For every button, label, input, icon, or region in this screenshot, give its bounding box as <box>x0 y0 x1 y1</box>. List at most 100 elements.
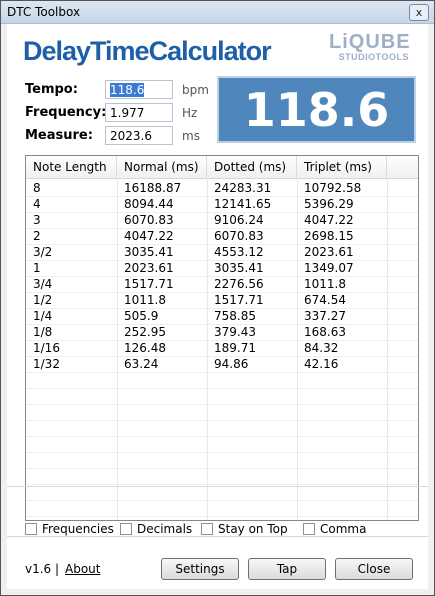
stay-on-top-checkbox[interactable]: Stay on Top <box>201 522 288 536</box>
table-row[interactable]: 1/32 63.24 94.86 42.16 <box>26 356 418 372</box>
table-cell: 3035.41 <box>214 261 264 275</box>
table-cell: 16188.87 <box>124 181 182 195</box>
table-row[interactable]: 3/4 1517.71 2276.56 1011.8 <box>26 276 418 292</box>
table-cell: 63.24 <box>124 357 159 371</box>
table-cell: 2 <box>33 229 41 243</box>
table-cell: 1/16 <box>33 341 60 355</box>
table-row[interactable]: 8 16188.87 24283.31 10792.58 <box>26 180 418 196</box>
grid-line <box>26 372 418 373</box>
table-cell: 189.71 <box>214 341 256 355</box>
frequency-value: 1.977 <box>110 106 145 120</box>
table-cell: 3/4 <box>33 277 53 291</box>
table-cell: 1011.8 <box>124 293 166 307</box>
table-cell: 3/2 <box>33 245 53 259</box>
title-bar[interactable]: DTC Toolbox x <box>1 1 434 24</box>
stay-on-top-label: Stay on Top <box>218 522 288 536</box>
grid-line <box>26 452 418 453</box>
tap-button[interactable]: Tap <box>248 558 326 580</box>
frequencies-checkbox[interactable]: Frequencies <box>25 522 114 536</box>
table-cell: 1/2 <box>33 293 53 307</box>
brand-name: LiQUBE <box>329 31 411 53</box>
table-cell: 12141.65 <box>214 197 272 211</box>
checkbox-box[interactable] <box>120 523 132 535</box>
tempo-label: Tempo: <box>25 82 78 97</box>
table-row[interactable]: 1/8 252.95 379.43 168.63 <box>26 324 418 340</box>
table-cell: 674.54 <box>304 293 346 307</box>
table-cell: 1011.8 <box>304 277 346 291</box>
table-cell: 3 <box>33 213 41 227</box>
table-cell: 1517.71 <box>214 293 264 307</box>
grid-line <box>26 484 418 485</box>
about-link[interactable]: About <box>65 562 100 576</box>
table-cell: 10792.58 <box>304 181 362 195</box>
close-window-icon[interactable]: x <box>409 4 429 21</box>
table-cell: 1349.07 <box>304 261 354 275</box>
table-row[interactable]: 2 4047.22 6070.83 2698.15 <box>26 228 418 244</box>
table-cell: 1/32 <box>33 357 60 371</box>
table-row[interactable]: 3 6070.83 9106.24 4047.22 <box>26 212 418 228</box>
version-label: v1.6 | <box>25 562 60 576</box>
brand-logo: LiQUBE STUDIOTOOLS <box>329 31 411 62</box>
table-cell: 2023.61 <box>124 261 174 275</box>
measure-value: 2023.6 <box>110 129 152 143</box>
table-row[interactable]: 1 2023.61 3035.41 1349.07 <box>26 260 418 276</box>
settings-button[interactable]: Settings <box>161 558 239 580</box>
measure-field[interactable]: 2023.6 <box>105 126 173 145</box>
column-header[interactable]: Triplet (ms) <box>297 156 387 178</box>
table-row[interactable]: 1/16 126.48 189.71 84.32 <box>26 340 418 356</box>
delay-table[interactable]: Note Length Normal (ms) Dotted (ms) Trip… <box>25 155 419 521</box>
table-cell: 5396.29 <box>304 197 354 211</box>
table-header: Note Length Normal (ms) Dotted (ms) Trip… <box>26 156 418 179</box>
table-cell: 3035.41 <box>124 245 174 259</box>
decimals-label: Decimals <box>137 522 193 536</box>
grid-line <box>26 500 418 501</box>
tempo-field[interactable]: 118.6 <box>105 80 173 99</box>
table-cell: 6070.83 <box>214 229 264 243</box>
table-row[interactable]: 3/2 3035.41 4553.12 2023.61 <box>26 244 418 260</box>
table-cell: 94.86 <box>214 357 249 371</box>
decimals-checkbox[interactable]: Decimals <box>120 522 192 536</box>
table-cell: 24283.31 <box>214 181 272 195</box>
table-row[interactable]: 1/4 505.9 758.85 337.27 <box>26 308 418 324</box>
table-cell: 1/4 <box>33 309 53 323</box>
checkbox-box[interactable] <box>25 523 37 535</box>
close-button[interactable]: Close <box>335 558 413 580</box>
frequency-field[interactable]: 1.977 <box>105 103 173 122</box>
table-cell: 8 <box>33 181 41 195</box>
measure-unit: ms <box>182 129 200 143</box>
table-cell: 4553.12 <box>214 245 264 259</box>
frequencies-label: Frequencies <box>42 522 114 536</box>
table-cell: 1517.71 <box>124 277 174 291</box>
table-row[interactable]: 1/2 1011.8 1517.71 674.54 <box>26 292 418 308</box>
grid-line <box>26 404 418 405</box>
table-cell: 84.32 <box>304 341 339 355</box>
grid-line <box>26 436 418 437</box>
table-cell: 4047.22 <box>304 213 354 227</box>
main-panel: DelayTimeCalculator LiQUBE STUDIOTOOLS T… <box>7 24 428 589</box>
table-cell: 42.16 <box>304 357 339 371</box>
checkbox-box[interactable] <box>201 523 213 535</box>
comma-checkbox[interactable]: Comma <box>303 522 366 536</box>
table-cell: 758.85 <box>214 309 256 323</box>
table-cell: 168.63 <box>304 325 346 339</box>
frequency-unit: Hz <box>182 106 198 120</box>
table-cell: 337.27 <box>304 309 346 323</box>
app-logo: DelayTimeCalculator <box>23 36 272 66</box>
table-cell: 8094.44 <box>124 197 174 211</box>
table-cell: 4047.22 <box>124 229 174 243</box>
table-cell: 2698.15 <box>304 229 354 243</box>
column-header[interactable]: Dotted (ms) <box>207 156 297 178</box>
tempo-unit: bpm <box>182 83 209 97</box>
table-cell: 2023.61 <box>304 245 354 259</box>
table-cell: 126.48 <box>124 341 166 355</box>
grid-line <box>26 516 418 517</box>
table-cell: 505.9 <box>124 309 159 323</box>
column-header[interactable]: Note Length <box>26 156 117 178</box>
divider <box>7 486 428 487</box>
grid-line <box>26 420 418 421</box>
table-cell: 1 <box>33 261 41 275</box>
table-row[interactable]: 4 8094.44 12141.65 5396.29 <box>26 196 418 212</box>
column-header[interactable]: Normal (ms) <box>117 156 207 178</box>
checkbox-box[interactable] <box>303 523 315 535</box>
measure-label: Measure: <box>25 128 93 143</box>
